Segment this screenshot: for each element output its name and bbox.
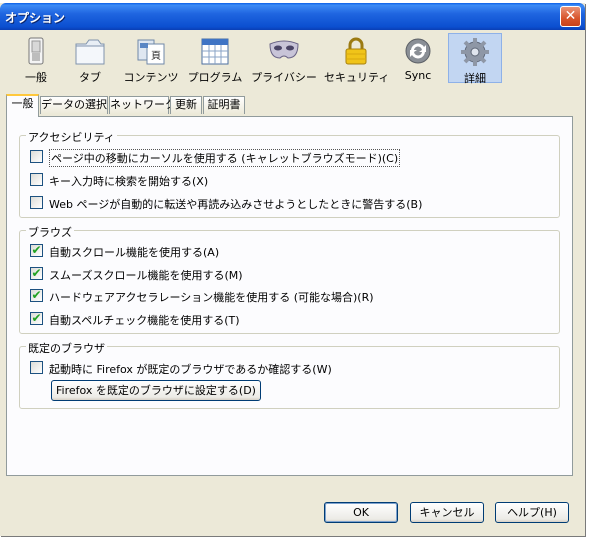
folder-tabs-icon [75,39,105,65]
checkbox-box[interactable] [30,150,43,163]
checkbox-label: Web ページが自動的に転送や再読み込みさせようとしたときに警告する(B) [49,198,423,211]
browsing-group: ブラウズ ✔ 自動スクロール機能を使用する(A) ✔ スムーズスクロール機能を使… [19,224,560,334]
general-tab-panel: アクセシビリティ ページ中の移動にカーソルを使用する (キャレットブラウズモード… [6,116,573,476]
toolbar-label-general: 一般 [25,71,47,84]
svg-text:頁: 頁 [151,50,161,62]
toolbar-label-advanced: 詳細 [464,72,486,85]
toolbar-label-content: コンテンツ [123,71,179,84]
close-button[interactable]: ✕ [560,6,581,27]
checkbox-box[interactable] [30,196,43,209]
toolbar-item-programs[interactable]: プログラム [184,33,246,84]
title-bar[interactable]: オプション ✕ [0,3,585,30]
accessibility-group-title: アクセシビリティ [26,129,117,145]
checkbox-label: スムーズスクロール機能を使用する(M) [49,269,243,282]
browsing-group-title: ブラウズ [26,224,74,240]
checkbox-label: キー入力時に検索を開始する(X) [49,175,209,188]
checkbox-box[interactable]: ✔ [30,312,43,325]
set-default-browser-button[interactable]: Firefox を既定のブラウザに設定する(D) [51,380,261,401]
toolbar-item-security[interactable]: セキュリティ [324,33,390,84]
options-dialog: オプション ✕ 一般 タブ 頁 コンテンツ プログラム プライバシー セキュリテ… [0,3,585,536]
checkbox-box[interactable]: ✔ [30,267,43,280]
tab-general[interactable]: 一般 [6,94,39,117]
tab-data-choices[interactable]: データの選択 [40,96,108,114]
checkbox-label: ハードウェアアクセラレーション機能を使用する (可能な場合)(R) [49,291,374,304]
gear-icon [461,38,489,66]
window-title: オプション [5,11,66,25]
toolbar-label-sync: Sync [404,69,432,82]
checkbox-label: ページ中の移動にカーソルを使用する (キャレットブラウズモード)(C) [49,149,401,167]
padlock-icon [345,37,367,65]
toolbar-label-privacy: プライバシー [251,71,317,84]
toolbar-item-sync[interactable]: Sync [394,33,442,83]
ok-button[interactable]: OK [324,502,398,523]
checkbox-box[interactable] [30,361,43,374]
toolbar-item-privacy[interactable]: プライバシー [250,33,318,84]
default-browser-group-title: 既定のブラウザ [26,340,107,356]
toolbar-item-tabs[interactable]: タブ [64,33,116,84]
category-toolbar: 一般 タブ 頁 コンテンツ プログラム プライバシー セキュリティ Sync 詳… [0,30,585,88]
toolbar-item-general[interactable]: 一般 [10,33,62,84]
checkbox-box[interactable] [30,173,43,186]
calendar-grid-icon [201,38,229,65]
checkbox-label: 自動スペルチェック機能を使用する(T) [49,314,240,327]
checkbox-label: 自動スクロール機能を使用する(A) [49,246,220,259]
mask-icon [269,40,299,59]
tab-certificates[interactable]: 証明書 [203,96,245,114]
tab-update[interactable]: 更新 [170,96,202,114]
toolbar-label-security: セキュリティ [324,71,390,84]
toolbar-item-advanced[interactable]: 詳細 [448,33,502,85]
default-browser-group: 既定のブラウザ 起動時に Firefox が既定のブラウザであるか確認する(W)… [19,340,560,409]
toolbar-label-tabs: タブ [79,71,101,84]
sync-arrows-icon [405,38,431,64]
checkbox-box[interactable]: ✔ [30,289,43,302]
cancel-button[interactable]: キャンセル [410,502,484,523]
tab-network[interactable]: ネットワーク [109,96,176,114]
checkbox-box[interactable]: ✔ [30,244,43,257]
help-button[interactable]: ヘルプ(H) [495,502,569,523]
switch-icon [28,37,44,65]
checkbox-label: 起動時に Firefox が既定のブラウザであるか確認する(W) [49,363,332,376]
accessibility-group: アクセシビリティ ページ中の移動にカーソルを使用する (キャレットブラウズモード… [19,129,560,218]
toolbar-label-programs: プログラム [187,71,243,84]
content-page-icon: 頁 [137,39,165,65]
toolbar-item-content[interactable]: 頁 コンテンツ [120,33,182,84]
